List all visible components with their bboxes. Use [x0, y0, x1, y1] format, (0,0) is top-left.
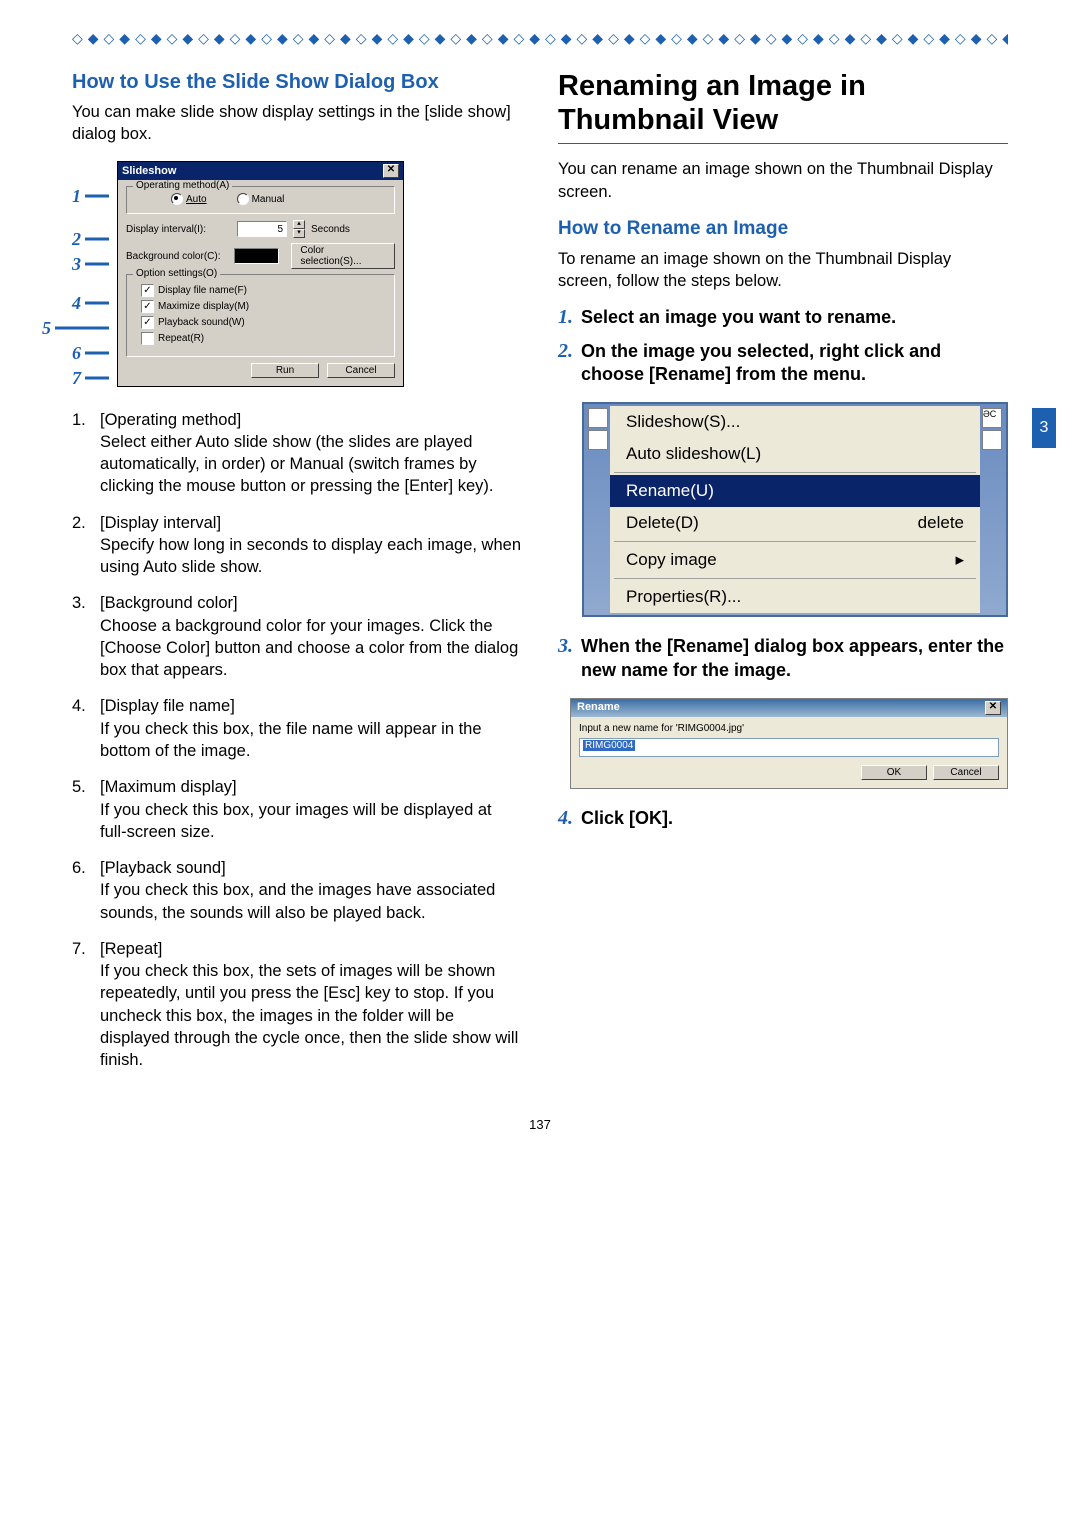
desc-2: 2.[Display interval]Specify how long in … — [72, 512, 522, 579]
menu-item-delete[interactable]: Delete(D)delete — [610, 507, 980, 539]
chevron-right-icon: ▸ — [955, 550, 964, 570]
menu-separator — [614, 472, 976, 473]
input-interval[interactable]: 5 — [237, 221, 287, 237]
rename-dialog-title: Rename — [577, 701, 620, 715]
check-playback-sound[interactable]: ✓Playback sound(W) — [141, 316, 386, 329]
dialog-title: Slideshow — [122, 165, 176, 177]
radio-manual[interactable]: Manual — [237, 193, 285, 205]
callout-4: 4 — [72, 293, 81, 314]
chapter-tab: 3 — [1032, 408, 1056, 448]
check-maximize-display[interactable]: ✓Maximize display(M) — [141, 300, 386, 313]
intro-text: You can make slide show display settings… — [72, 101, 522, 146]
menu-item-rename[interactable]: Rename(U) — [610, 475, 980, 507]
section-heading-renaming: Renaming an Image in Thumbnail View — [558, 69, 1008, 137]
bgcolor-swatch — [234, 248, 279, 264]
thumb-cell — [982, 430, 1002, 450]
menu-item-copy-image[interactable]: Copy image▸ — [610, 544, 980, 576]
rename-intro: You can rename an image shown on the Thu… — [558, 158, 1008, 203]
callout-2: 2 — [72, 229, 81, 250]
interval-spinner[interactable]: ▴▾ — [293, 220, 305, 238]
slideshow-dialog: Slideshow ✕ Operating method(A) Auto Man… — [117, 161, 404, 387]
step-4: 4.Click [OK]. — [558, 807, 1008, 830]
label-interval: Display interval(I): — [126, 224, 231, 235]
run-button[interactable]: Run — [251, 363, 319, 378]
thumb-cell — [588, 408, 608, 428]
menu-item-slideshow[interactable]: Slideshow(S)... — [610, 406, 980, 438]
menu-item-properties[interactable]: Properties(R)... — [610, 581, 980, 613]
page-number: 137 — [72, 1117, 1008, 1132]
rename-prompt: Input a new name for 'RIMG0004.jpg' — [579, 723, 999, 734]
group-operating-method: Operating method(A) — [133, 180, 232, 191]
close-icon[interactable]: ✕ — [383, 164, 399, 178]
desc-1: 1.[Operating method]Select either Auto s… — [72, 409, 522, 498]
menu-separator — [614, 541, 976, 542]
label-seconds: Seconds — [311, 224, 350, 235]
rename-dialog: Rename ✕ Input a new name for 'RIMG0004.… — [570, 698, 1008, 789]
menu-item-auto-slideshow[interactable]: Auto slideshow(L) — [610, 438, 980, 470]
step-2: 2.On the image you selected, right click… — [558, 340, 1008, 387]
desc-5: 5.[Maximum display]If you check this box… — [72, 776, 522, 843]
radio-auto[interactable]: Auto — [171, 193, 207, 205]
context-menu-figure: Slideshow(S)... Auto slideshow(L) Rename… — [582, 402, 1008, 617]
section-heading-slideshow-dialog: How to Use the Slide Show Dialog Box — [72, 69, 522, 95]
ok-button[interactable]: OK — [861, 765, 927, 780]
callout-3: 3 — [72, 254, 81, 275]
cancel-button[interactable]: Cancel — [327, 363, 395, 378]
check-display-file-name[interactable]: ✓Display file name(F) — [141, 284, 386, 297]
subheading-how-to-rename: How to Rename an Image — [558, 217, 1008, 242]
desc-6: 6.[Playback sound]If you check this box,… — [72, 857, 522, 924]
thumb-cell: ƏC — [982, 408, 1002, 428]
rename-sub-intro: To rename an image shown on the Thumbnai… — [558, 248, 1008, 293]
step-1: 1.Select an image you want to rename. — [558, 306, 1008, 329]
callout-1: 1 — [72, 186, 81, 207]
check-repeat[interactable]: Repeat(R) — [141, 332, 386, 345]
callout-5: 5 — [42, 318, 51, 339]
thumb-cell — [588, 430, 608, 450]
divider — [558, 143, 1008, 144]
decorative-border-top: ◇◆◇◆◇◆◇◆◇◆◇◆◇◆◇◆◇◆◇◆◇◆◇◆◇◆◇◆◇◆◇◆◇◆◇◆◇◆◇◆… — [72, 30, 1008, 47]
desc-3: 3.[Background color]Choose a background … — [72, 592, 522, 681]
callout-7: 7 — [72, 368, 81, 389]
group-option-settings: Option settings(O) — [133, 268, 220, 279]
option-descriptions: 1.[Operating method]Select either Auto s… — [72, 409, 522, 1072]
desc-7: 7.[Repeat]If you check this box, the set… — [72, 938, 522, 1072]
rename-input[interactable]: RIMG0004 — [579, 738, 999, 757]
desc-4: 4.[Display file name]If you check this b… — [72, 695, 522, 762]
close-icon[interactable]: ✕ — [985, 701, 1001, 715]
cancel-button[interactable]: Cancel — [933, 765, 999, 780]
callout-6: 6 — [72, 343, 81, 364]
menu-separator — [614, 578, 976, 579]
label-bgcolor: Background color(C): — [126, 251, 228, 262]
step-3: 3.When the [Rename] dialog box appears, … — [558, 635, 1008, 682]
color-selection-button[interactable]: Color selection(S)... — [291, 243, 395, 269]
slideshow-dialog-figure: 1 2 3 4 5 6 7 Slideshow ✕ — [72, 160, 522, 389]
